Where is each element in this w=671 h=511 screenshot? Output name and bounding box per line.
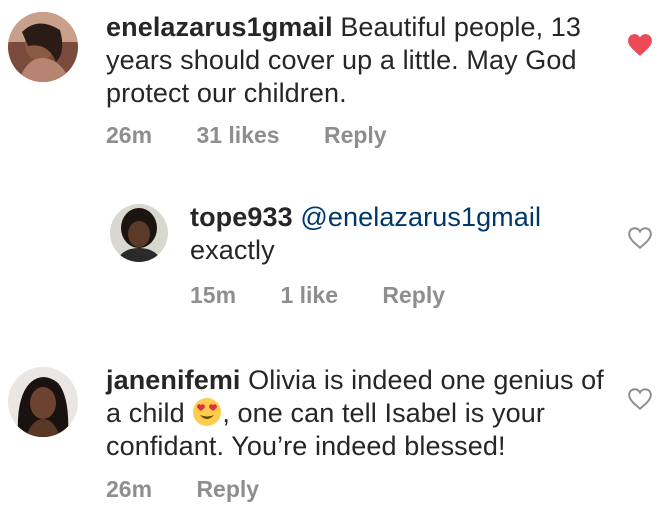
comment-meta: 26m Reply [106, 476, 259, 503]
comment-meta: 15m 1 like Reply [190, 282, 445, 309]
comment-likes[interactable]: 1 like [280, 282, 338, 309]
comment-time: 26m [106, 476, 153, 502]
like-heart-icon[interactable] [627, 33, 653, 57]
user-avatar-photo-icon [8, 12, 78, 82]
avatar[interactable] [110, 204, 168, 262]
comment-text: janenifemi Olivia is indeed one genius o… [106, 364, 606, 463]
comment-username[interactable]: tope933 [190, 202, 293, 232]
reply-button[interactable]: Reply [382, 282, 445, 309]
comment-text: tope933 @enelazarus1gmail exactly [190, 201, 610, 267]
avatar[interactable] [8, 367, 78, 437]
comment-time: 26m [106, 122, 153, 148]
comment-likes[interactable]: 31 likes [196, 122, 279, 149]
user-avatar-photo-icon [8, 367, 78, 437]
reply-button[interactable]: Reply [324, 122, 387, 149]
comment-time: 15m [190, 282, 237, 308]
like-heart-outline-icon[interactable] [627, 226, 653, 250]
comment-janenifemi: janenifemi Olivia is indeed one genius o… [0, 340, 671, 511]
comment-text: enelazarus1gmail Beautiful people, 13 ye… [106, 11, 606, 110]
mention-link[interactable]: @enelazarus1gmail [300, 202, 541, 232]
avatar[interactable] [8, 12, 78, 82]
comment-enelazarus1gmail: enelazarus1gmail Beautiful people, 13 ye… [0, 0, 671, 165]
comment-body: exactly [190, 235, 275, 265]
reply-button[interactable]: Reply [196, 476, 259, 503]
comment-username[interactable]: janenifemi [106, 365, 241, 395]
comment-meta: 26m 31 likes Reply [106, 122, 387, 149]
like-heart-outline-icon[interactable] [627, 387, 653, 411]
comment-tope933: tope933 @enelazarus1gmail exactly 15m 1 … [0, 165, 671, 315]
user-avatar-photo-icon [110, 204, 168, 262]
comment-username[interactable]: enelazarus1gmail [106, 12, 333, 42]
heart-eyes-emoji-icon [192, 397, 222, 427]
